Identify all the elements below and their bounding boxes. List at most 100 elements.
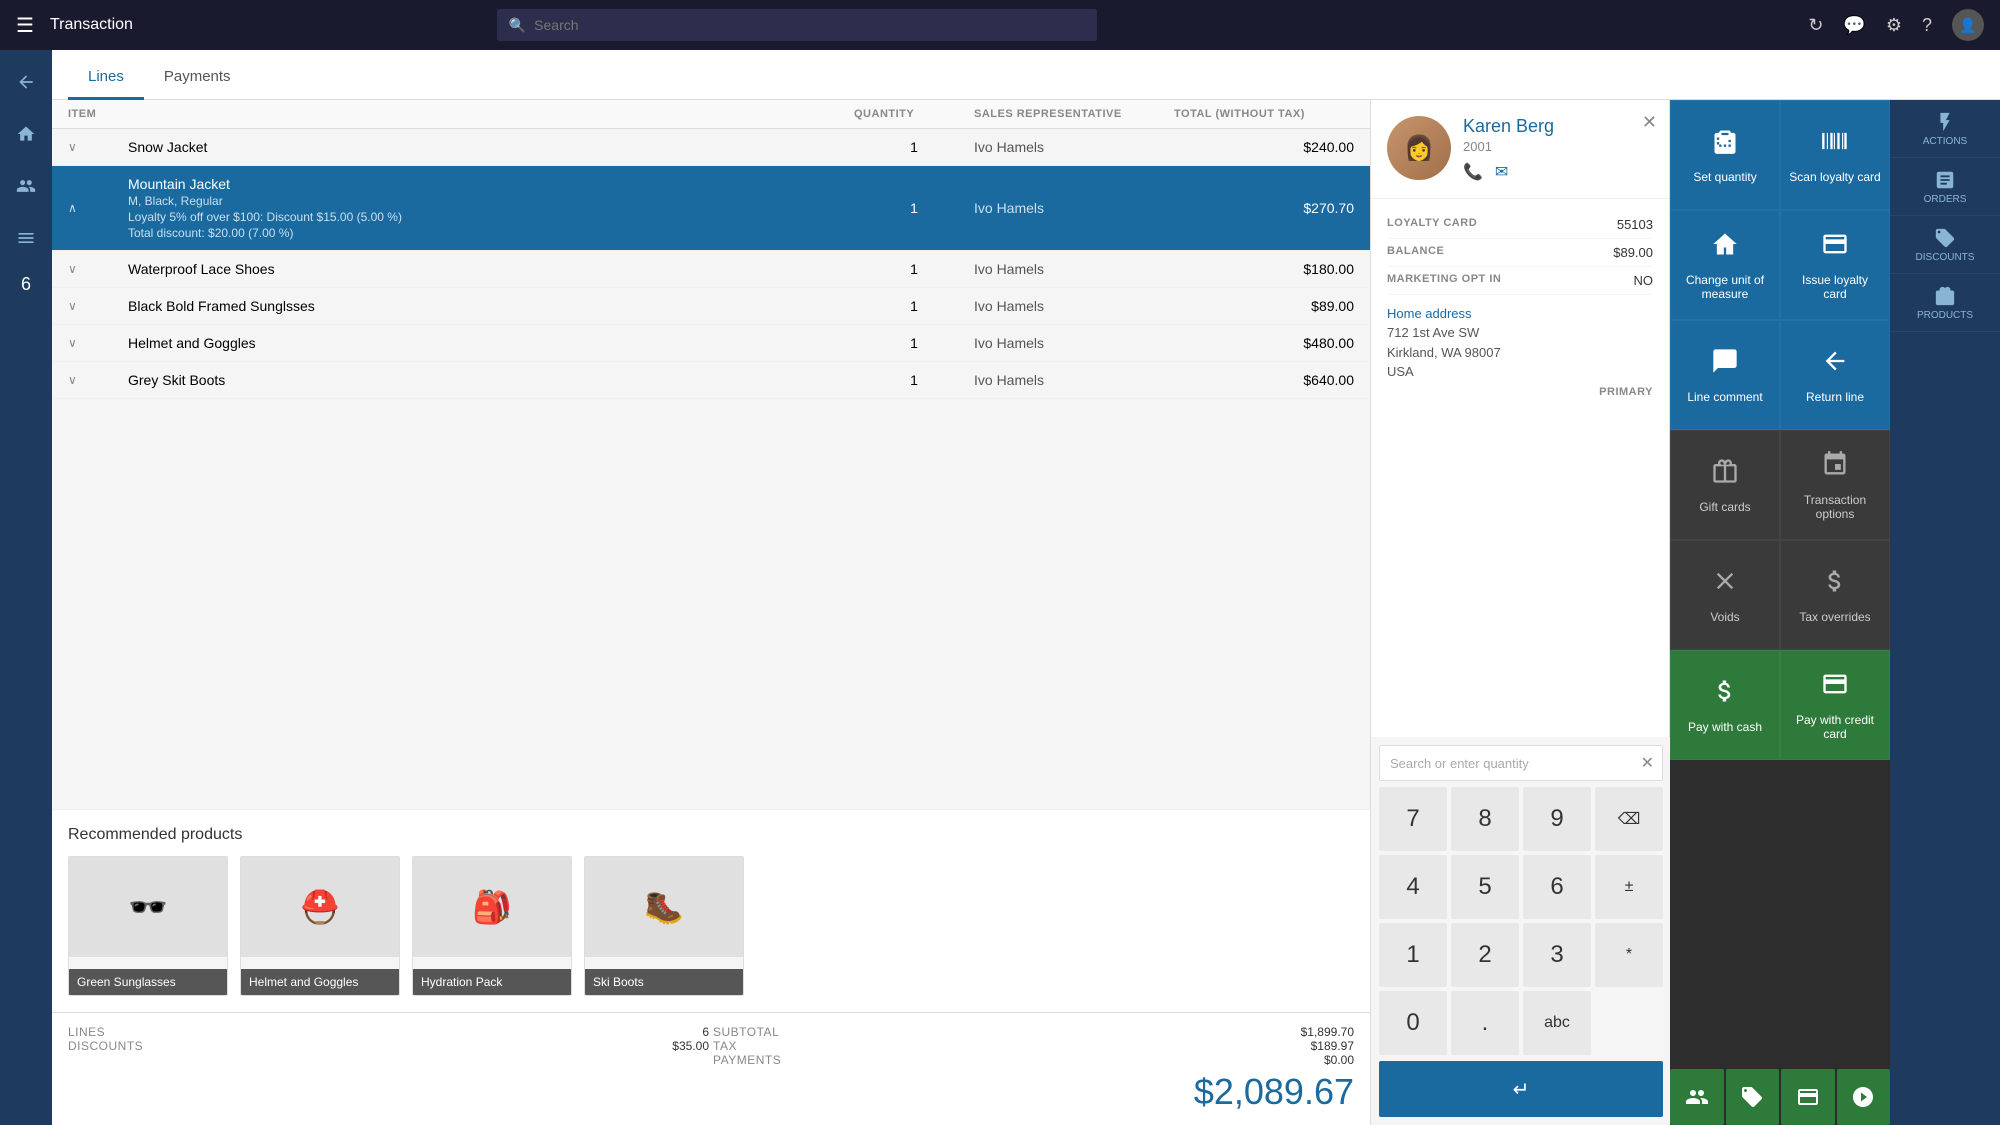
payment-icon-4[interactable] [1837, 1069, 1891, 1125]
action-line-comment[interactable]: Line comment [1670, 320, 1780, 430]
far-right-orders[interactable]: ORDERS [1890, 158, 2000, 216]
action-gift-cards[interactable]: Gift cards [1670, 430, 1780, 540]
product-card-skiboots[interactable]: 🥾 Ski Boots [584, 856, 744, 996]
line-qty: 1 [854, 335, 974, 351]
num-5[interactable]: 5 [1451, 855, 1519, 919]
sidebar-item-back[interactable] [2, 58, 50, 106]
user-avatar[interactable]: 👤 [1952, 9, 1984, 41]
far-right-discounts[interactable]: DISCOUNTS [1890, 216, 2000, 274]
summary-tax: TAX $189.97 [713, 1039, 1354, 1053]
issue-loyalty-label: Issue loyalty card [1789, 273, 1881, 301]
header-sales-rep: SALES REPRESENTATIVE [974, 108, 1174, 120]
actions-grid: Set quantity Scan loyalty card Change un… [1670, 100, 1890, 760]
num-2[interactable]: 2 [1451, 923, 1519, 987]
search-bar[interactable]: 🔍 [497, 9, 1097, 41]
line-comment-icon [1711, 347, 1739, 382]
amount-due: $2,089.67 [1194, 1071, 1354, 1113]
customer-id: 2001 [1463, 139, 1653, 154]
num-7[interactable]: 7 [1379, 787, 1447, 851]
orders-label: ORDERS [1924, 194, 1967, 205]
balance-value: $89.00 [1613, 245, 1653, 260]
refresh-icon[interactable]: ↻ [1808, 15, 1823, 36]
customer-avatar: 👩 [1387, 116, 1451, 180]
num-0[interactable]: 0 [1379, 991, 1447, 1055]
table-row[interactable]: ∨ Snow Jacket 1 Ivo Hamels $240.00 [52, 129, 1370, 166]
address-line1: 712 1st Ave SW [1387, 323, 1653, 343]
close-customer-button[interactable]: ✕ [1642, 112, 1657, 133]
num-asterisk[interactable]: * [1595, 923, 1663, 987]
marketing-value: NO [1634, 273, 1654, 288]
action-change-unit[interactable]: Change unit of measure [1670, 210, 1780, 320]
num-dot[interactable]: . [1451, 991, 1519, 1055]
tab-payments[interactable]: Payments [144, 56, 251, 100]
chat-icon[interactable]: 💬 [1843, 15, 1865, 36]
voids-label: Voids [1710, 610, 1739, 624]
lines-label: LINES [68, 1025, 105, 1039]
subtotal-value: $1,899.70 [1301, 1025, 1354, 1039]
far-right-products[interactable]: PRODUCTS [1890, 274, 2000, 332]
num-enter[interactable]: ↵ [1379, 1061, 1663, 1117]
action-return-line[interactable]: Return line [1780, 320, 1890, 430]
customer-panel: 👩 Karen Berg 2001 📞 ✉ ✕ LOYALTY CARD [1370, 100, 1670, 1125]
pay-credit-label: Pay with credit card [1789, 713, 1881, 741]
action-issue-loyalty[interactable]: Issue loyalty card [1780, 210, 1890, 320]
left-sidebar: 6 [0, 50, 52, 1125]
num-plusminus[interactable]: ± [1595, 855, 1663, 919]
recommended-title: Recommended products [68, 826, 1354, 844]
hamburger-icon[interactable]: ☰ [16, 13, 34, 38]
far-right-actions[interactable]: ACTIONS [1890, 100, 2000, 158]
action-voids[interactable]: Voids [1670, 540, 1780, 650]
table-row[interactable]: ∨ Black Bold Framed Sunglsses 1 Ivo Hame… [52, 288, 1370, 325]
payment-icon-1[interactable] [1670, 1069, 1724, 1125]
num-3[interactable]: 3 [1523, 923, 1591, 987]
num-8[interactable]: 8 [1451, 787, 1519, 851]
payment-icon-3[interactable] [1781, 1069, 1835, 1125]
sidebar-item-customers[interactable] [2, 162, 50, 210]
product-card-helmet[interactable]: ⛑️ Helmet and Goggles [240, 856, 400, 996]
numpad-close-button[interactable]: ✕ [1641, 753, 1654, 773]
table-row[interactable]: ∨ Helmet and Goggles 1 Ivo Hamels $480.0… [52, 325, 1370, 362]
num-backspace[interactable]: ⌫ [1595, 787, 1663, 851]
action-tax-overrides[interactable]: Tax overrides [1780, 540, 1890, 650]
product-card-hydration[interactable]: 🎒 Hydration Pack [412, 856, 572, 996]
line-rep: Ivo Hamels [974, 298, 1174, 314]
product-label: Ski Boots [585, 969, 743, 995]
balance-label: BALANCE [1387, 245, 1444, 260]
lines-table-area: ITEM QUANTITY SALES REPRESENTATIVE TOTAL… [52, 100, 1370, 1125]
settings-icon[interactable]: ⚙ [1886, 15, 1902, 36]
summary-bar: LINES 6 DISCOUNTS $35.00 SUBTOTAL [52, 1012, 1370, 1125]
numpad-area: Search or enter quantity ✕ 7 8 9 ⌫ 4 5 6… [1371, 737, 1671, 1125]
table-row[interactable]: ∨ Waterproof Lace Shoes 1 Ivo Hamels $18… [52, 251, 1370, 288]
sidebar-item-home[interactable] [2, 110, 50, 158]
payment-icon-2[interactable] [1726, 1069, 1780, 1125]
table-row[interactable]: ∧ Mountain Jacket M, Black, Regular Loya… [52, 166, 1370, 251]
search-input[interactable] [534, 17, 1085, 33]
num-9[interactable]: 9 [1523, 787, 1591, 851]
action-pay-cash[interactable]: Pay with cash [1670, 650, 1780, 760]
numpad-search[interactable]: Search or enter quantity ✕ [1379, 745, 1663, 781]
num-6[interactable]: 6 [1523, 855, 1591, 919]
sidebar-item-menu[interactable] [2, 214, 50, 262]
address-line3: USA [1387, 362, 1653, 382]
line-qty: 1 [854, 139, 974, 155]
phone-icon[interactable]: 📞 [1463, 162, 1483, 182]
help-icon[interactable]: ? [1922, 15, 1932, 36]
table-row[interactable]: ∨ Grey Skit Boots 1 Ivo Hamels $640.00 [52, 362, 1370, 399]
num-abc[interactable]: abc [1523, 991, 1591, 1055]
action-transaction-options[interactable]: Transaction options [1780, 430, 1890, 540]
num-1[interactable]: 1 [1379, 923, 1447, 987]
product-label: Green Sunglasses [69, 969, 227, 995]
action-set-quantity[interactable]: Set quantity [1670, 100, 1780, 210]
action-pay-credit[interactable]: Pay with credit card [1780, 650, 1890, 760]
primary-badge: PRIMARY [1387, 382, 1653, 398]
email-icon[interactable]: ✉ [1495, 162, 1508, 182]
return-line-label: Return line [1806, 390, 1864, 404]
tab-lines[interactable]: Lines [68, 56, 144, 100]
action-scan-loyalty[interactable]: Scan loyalty card [1780, 100, 1890, 210]
product-image: 🎒 [413, 857, 571, 957]
line-name: Grey Skit Boots [128, 372, 854, 388]
product-card-sunglasses[interactable]: 🕶️ Green Sunglasses [68, 856, 228, 996]
num-4[interactable]: 4 [1379, 855, 1447, 919]
tax-overrides-label: Tax overrides [1799, 610, 1870, 624]
line-rep: Ivo Hamels [974, 261, 1174, 277]
